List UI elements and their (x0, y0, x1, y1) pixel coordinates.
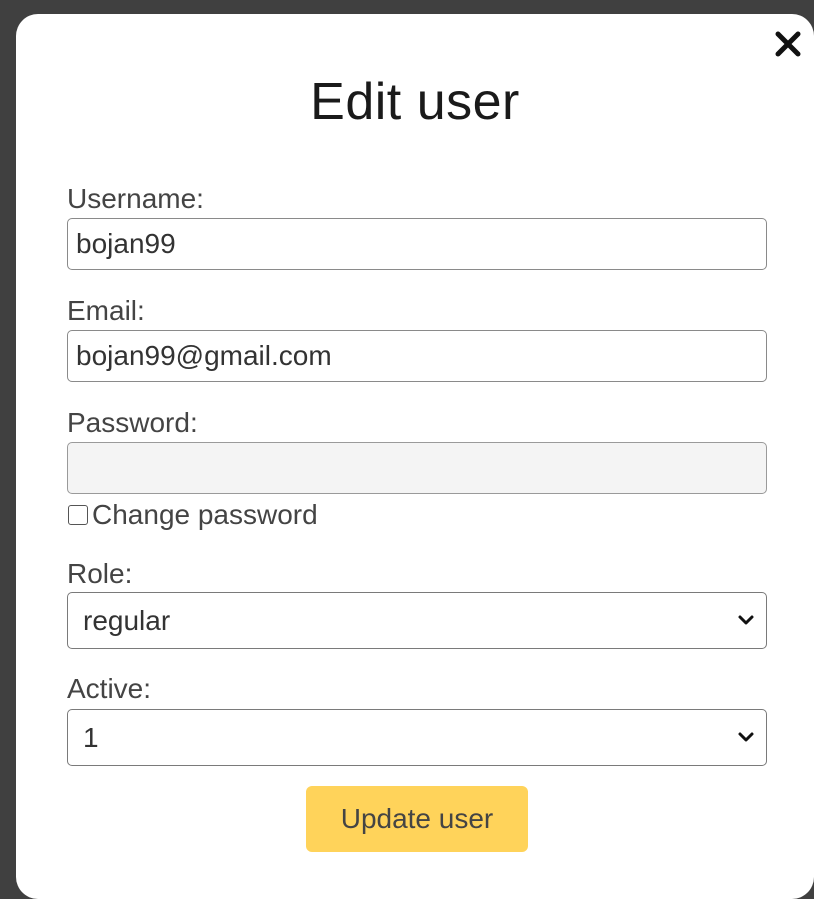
active-select[interactable]: 1 (67, 709, 767, 766)
password-input[interactable] (67, 442, 767, 494)
chevron-down-icon (738, 732, 754, 742)
role-selected-value: regular (83, 605, 171, 636)
close-icon (775, 31, 801, 57)
role-select[interactable]: regular (67, 592, 767, 649)
update-user-button[interactable]: Update user (306, 786, 528, 852)
password-label: Password: (67, 407, 198, 438)
change-password-label[interactable]: Change password (92, 498, 318, 532)
close-button[interactable] (770, 26, 806, 62)
modal-title: Edit user (310, 73, 520, 131)
change-password-row: Change password (68, 498, 318, 532)
edit-user-modal: Edit user Username: bojan99 Email: bojan… (16, 14, 814, 899)
email-label: Email: (67, 295, 145, 326)
username-input[interactable]: bojan99 (67, 218, 767, 270)
change-password-checkbox[interactable] (68, 505, 88, 525)
active-label: Active: (67, 673, 152, 704)
role-label: Role: (67, 558, 133, 589)
email-input[interactable]: bojan99@gmail.com (67, 330, 767, 382)
active-selected-value: 1 (83, 722, 99, 753)
chevron-down-icon (738, 615, 754, 625)
username-label: Username: (67, 183, 204, 214)
